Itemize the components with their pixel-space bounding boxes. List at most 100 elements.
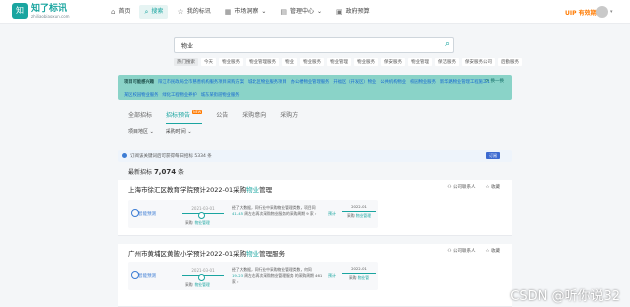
card-actions: ⚇ 公司联系人 ☆ 收藏 xyxy=(448,248,500,254)
recommend-item[interactable]: 阳江市民政局全市慈善机构服务项目采购方案 xyxy=(158,78,244,87)
action-label: 收藏 xyxy=(491,249,500,254)
nav-search[interactable]: ⌕ 搜索 xyxy=(139,5,169,19)
hot-tag[interactable]: 保洁服务 xyxy=(435,58,459,66)
filter-row: 项目地区 ⌄ 采购时间 ⌄ xyxy=(128,128,192,135)
recommend-item[interactable]: 办公楼物业管理服务 xyxy=(291,78,330,87)
title-text: 管理服务 xyxy=(259,250,286,258)
recommend-item[interactable]: 城东某街道物业服务 xyxy=(201,91,240,100)
nav-market-insight[interactable]: ▦ 市场洞察 ⌄ xyxy=(220,5,272,19)
hot-tag[interactable]: 物业管理服务 xyxy=(246,58,279,66)
nav-my-bids[interactable]: ☆ 我的标讯 xyxy=(172,5,215,19)
tab-all[interactable]: 全部招标 xyxy=(128,110,152,124)
chart-icon: ▦ xyxy=(224,8,232,16)
contact-button[interactable]: ⚇ 公司联系人 xyxy=(448,184,476,190)
predict-label: 预计 xyxy=(328,273,336,278)
star-icon: ☆ xyxy=(485,249,490,254)
subscribe-text: 订阅该关键词后可获得每日招标 5334 条 xyxy=(130,154,212,159)
recommend-item[interactable]: 开福区（开发区）物业 xyxy=(333,78,376,87)
hot-tag[interactable]: 后勤服务 xyxy=(498,58,522,66)
timeline-date: 2021-03-01 xyxy=(191,206,215,211)
result-count-label: 最新招标 xyxy=(128,169,153,176)
card-title[interactable]: 广州市黄埔区黄陂小学预计2022-01采购物业管理服务 xyxy=(128,248,285,258)
timeline-point xyxy=(198,274,205,281)
logo[interactable]: 知 知了标讯 zhiliaobiaoxun.com xyxy=(12,3,70,19)
hot-tag[interactable]: 保安服务 xyxy=(381,58,405,66)
recommend-item[interactable]: 绿化工程物业养护 xyxy=(162,91,196,100)
hot-tag[interactable]: 今天 xyxy=(201,58,216,66)
tab-label: 招标预告 xyxy=(166,112,191,119)
favorite-button[interactable]: ☆ 收藏 xyxy=(486,184,500,190)
contact-button[interactable]: ⚇ 公司联系人 xyxy=(448,248,476,254)
action-label: 公司联系人 xyxy=(453,185,476,190)
nav-label: 政府预算 xyxy=(345,8,370,15)
refresh-button[interactable]: ⟳ 换一换 xyxy=(485,78,504,84)
region-filter[interactable]: 项目地区 ⌄ xyxy=(128,128,154,135)
recommend-banner: 项目可能感兴趣 阳江市民政局全市慈善机构服务项目采购方案 城北区物业服务项目 办… xyxy=(118,75,512,100)
forecast-description: 经了大数据，同行业中采购物业管理类数，何同 19-23 周左右再次采购物业管理服… xyxy=(232,267,323,284)
time-filter[interactable]: 采购时间 ⌄ xyxy=(166,128,192,135)
star-icon: ☆ xyxy=(485,185,490,190)
home-icon: ⌂ xyxy=(111,8,116,16)
nav-management[interactable]: ▤ 管理中心 ⌄ xyxy=(275,5,327,19)
forecast-description: 经了大数据，同行业中采购物业管理类数，项目同 41-45 周左右再次采购物业服务… xyxy=(232,205,317,216)
tab-intent[interactable]: 采购意向 xyxy=(242,110,266,124)
tab-buyer[interactable]: 采购方 xyxy=(280,110,298,124)
search-box[interactable]: 物业 ⌕ xyxy=(174,37,454,53)
info-icon xyxy=(122,153,127,158)
tab-notice[interactable]: 公告 xyxy=(216,110,228,124)
search-icon: ⌕ xyxy=(144,8,149,16)
timeline-tag: 物业管理 xyxy=(194,282,210,287)
hot-tag[interactable]: 物业服务 xyxy=(354,58,378,66)
title-text: 上海市徐汇区教育学院预计2022-01采购 xyxy=(128,186,247,194)
tab-forecast[interactable]: 招标预告 NEW xyxy=(166,110,203,124)
nav-gov-budget[interactable]: ▣ 政府预算 xyxy=(331,5,375,19)
avatar[interactable] xyxy=(596,6,608,18)
hot-tag[interactable]: 物业管理 xyxy=(408,58,432,66)
nav-label: 首页 xyxy=(118,8,131,15)
title-highlight: 物业 xyxy=(246,186,260,194)
timeline: 2021-03-01 采购 物业管理 xyxy=(182,268,224,287)
nav-label: 管理中心 xyxy=(290,8,315,15)
favorite-button[interactable]: ☆ 收藏 xyxy=(486,248,500,254)
vip-badge[interactable]: UIP 有效期 xyxy=(565,8,597,17)
new-badge: NEW xyxy=(191,110,203,114)
title-text: 广州市黄埔区黄陂小学预计2022-01采购 xyxy=(128,250,247,258)
predict-box: 2022-01 采购 物业管理 xyxy=(342,204,376,219)
result-card[interactable]: 上海市徐汇区教育学院预计2022-01采购物业管理 ⚇ 公司联系人 ☆ 收藏 智… xyxy=(118,180,512,236)
result-card[interactable]: 广州市黄埔区黄陂小学预计2022-01采购物业管理服务 ⚇ 公司联系人 ☆ 收藏… xyxy=(118,244,512,307)
predict-date: 2022-01 xyxy=(351,266,367,271)
watermark: CSDN @听你说32 xyxy=(510,289,620,304)
action-label: 收藏 xyxy=(491,185,500,190)
nav-home[interactable]: ⌂ 首页 xyxy=(106,5,135,19)
nav-label: 市场洞察 xyxy=(234,8,259,15)
timeline-tag: 物业管理 xyxy=(194,220,210,225)
forecast-label: 智能预测 xyxy=(138,212,156,217)
recommend-item[interactable]: 新华路物业管理工程施工1 xyxy=(440,78,490,87)
hot-tag[interactable]: 物业服务 xyxy=(219,58,243,66)
logo-subtitle: zhiliaobiaoxun.com xyxy=(31,13,70,19)
hot-tag[interactable]: 物业服务 xyxy=(300,58,324,66)
main-nav: ⌂ 首页 ⌕ 搜索 ☆ 我的标讯 ▦ 市场洞察 ⌄ ▤ 管理中心 ⌄ ▣ 政府预算 xyxy=(106,5,375,19)
title-text: 管理 xyxy=(259,186,273,194)
recommend-item[interactable]: 某区校园物业服务 xyxy=(124,91,158,100)
result-count-value: 7,074 xyxy=(153,168,177,176)
search-input[interactable]: 物业 xyxy=(181,41,193,50)
chevron-down-icon: ⌄ xyxy=(317,8,323,15)
forecast-label: 智能预测 xyxy=(138,274,156,279)
recommend-item[interactable]: 校园物业服务 xyxy=(410,78,436,87)
chevron-down-icon: ⌄ xyxy=(261,8,267,15)
hot-search-row: 热门搜索 今天 物业服务 物业管理服务 物业 物业服务 物业管理 物业服务 保安… xyxy=(174,58,522,66)
forecast-panel: 智能预测 2021-03-01 采购 物业管理 经了大数据，同行业中采购物业管理类… xyxy=(128,262,378,290)
hot-tag[interactable]: 物业管理 xyxy=(327,58,351,66)
recommend-item[interactable]: 公共机构物业 xyxy=(380,78,406,87)
search-icon[interactable]: ⌕ xyxy=(445,39,450,49)
user-icon: ⚇ xyxy=(447,185,452,190)
logo-mark-icon: 知 xyxy=(12,3,28,19)
hot-tag[interactable]: 保安服务公司 xyxy=(462,58,495,66)
subscribe-button[interactable]: 订阅 xyxy=(486,152,500,159)
chevron-down-icon[interactable]: ▾ xyxy=(610,9,613,15)
card-title[interactable]: 上海市徐汇区教育学院预计2022-01采购物业管理 xyxy=(128,184,272,194)
recommend-item[interactable]: 城北区物业服务项目 xyxy=(248,78,287,87)
hot-tag[interactable]: 物业 xyxy=(282,58,297,66)
action-label: 公司联系人 xyxy=(453,249,476,254)
